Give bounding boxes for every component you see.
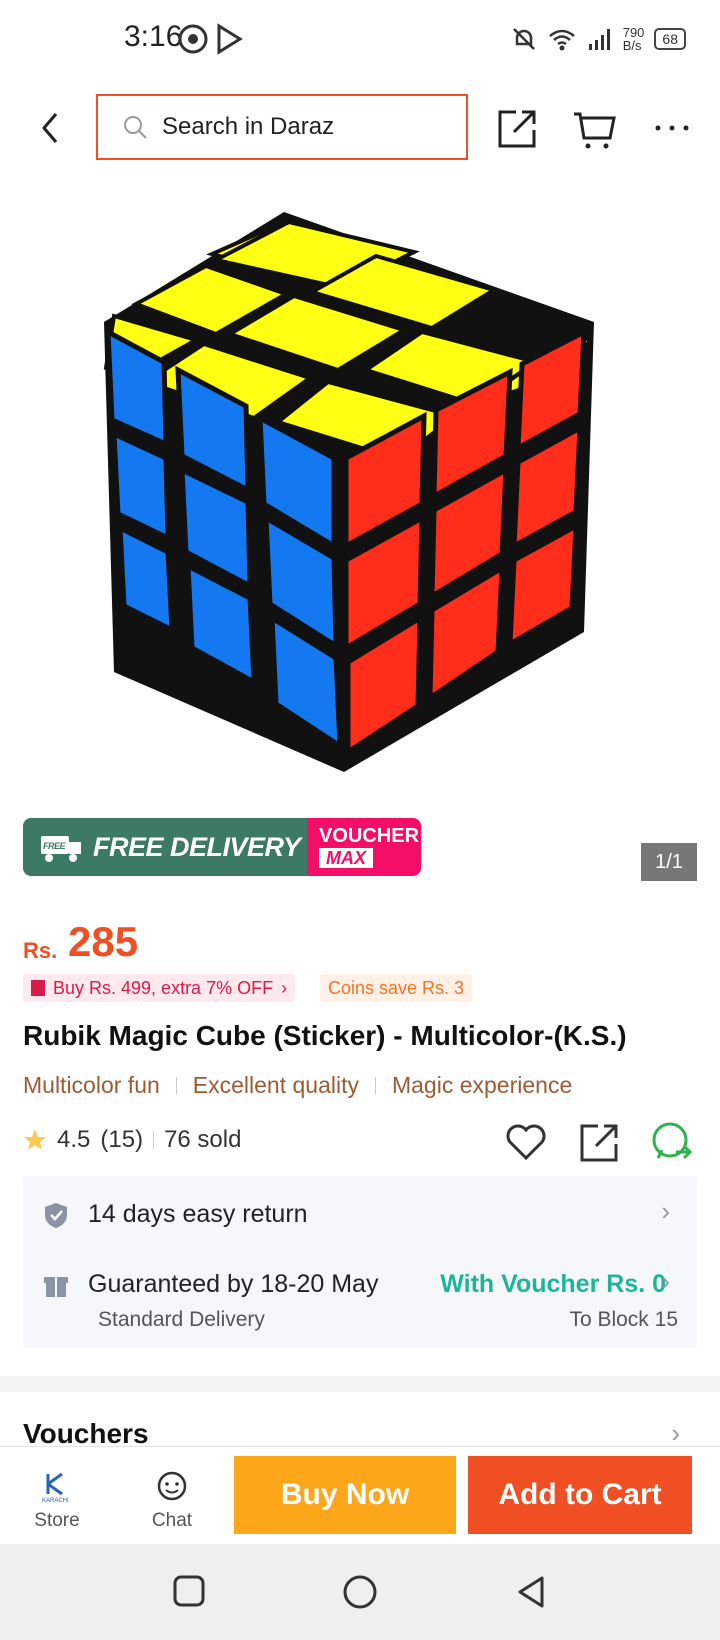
sold-count: 76 sold [164,1126,242,1153]
rating-divider [153,1131,155,1149]
store-logo-icon: KARACHI [42,1472,69,1504]
rating-row[interactable]: 4.5 (15) 76 sold [23,1126,241,1154]
status-bar: 3:16 790 B/s 68 [0,0,720,80]
promo-chip[interactable]: Buy Rs. 499, extra 7% OFF › [23,974,296,1002]
chevron-right-icon: › [281,977,288,998]
whatsapp-icon[interactable] [650,1120,694,1164]
signal-icon [588,29,610,50]
more-icon[interactable] [650,106,694,150]
share-product-icon[interactable] [578,1120,622,1164]
tag-item: Magic experience [391,1072,573,1098]
coins-chip: Coins save Rs. 3 [320,974,473,1002]
section-divider [0,1376,720,1392]
store-label: Store [34,1510,80,1531]
store-button[interactable]: KARACHI Store [22,1470,92,1532]
delivery-type: Standard Delivery [98,1308,265,1331]
home-icon[interactable] [342,1574,378,1610]
review-count: (15) [100,1126,144,1153]
tag-item: Excellent quality [192,1072,359,1098]
voucher-text: VOUCHER [319,825,420,847]
chat-icon [157,1471,187,1501]
record-icon [178,24,208,54]
buy-now-button[interactable]: Buy Now [234,1456,456,1534]
net-speed: 790 B/s [623,26,645,52]
rating-value: 4.5 [57,1126,91,1153]
delivery-guarantee: Guaranteed by 18-20 May [88,1270,379,1298]
delivery-location: To Block 15 [569,1308,678,1331]
search-placeholder: Search in Daraz [162,113,335,140]
currency-label: Rs. [23,938,58,963]
clock: 3:16 [124,20,183,53]
recents-icon[interactable] [172,1574,206,1608]
chat-label: Chat [151,1510,193,1531]
back-nav-icon[interactable] [514,1574,548,1610]
free-mini-text: FREE [43,841,67,851]
add-to-cart-button[interactable]: Add to Cart [468,1456,692,1534]
tag-item: Multicolor fun [23,1072,160,1098]
coupon-icon [31,980,45,996]
star-icon [24,1129,46,1150]
play-store-icon [217,23,243,55]
share-icon[interactable] [496,106,540,150]
bell-muted-icon [512,28,535,50]
chevron-right-icon: › [661,1266,670,1296]
delivery-row[interactable]: Guaranteed by 18-20 May [42,1270,378,1299]
wifi-icon [548,29,575,51]
shield-icon [45,1202,67,1228]
free-delivery-text: FREE DELIVERY [93,831,301,862]
heart-icon[interactable] [504,1120,548,1164]
chevron-right-icon: › [671,1418,680,1448]
net-speed-unit: B/s [622,38,642,53]
chevron-right-icon: › [661,1196,670,1226]
battery-indicator: 68 [654,28,686,50]
voucher-max-badge: VOUCHER MAX [307,818,421,876]
back-arrow-icon[interactable] [32,108,72,148]
product-title: Rubik Magic Cube (Sticker) - Multicolor-… [23,1020,627,1051]
chat-button[interactable]: Chat [137,1470,207,1532]
image-counter: 1/1 [641,843,697,881]
promo-banner[interactable]: FREE FREE DELIVERY VOUCHER MAX [23,818,421,876]
tag-divider [175,1076,177,1095]
store-logo-text: KARACHI [42,1498,69,1504]
price-value: 285 [68,918,139,965]
cart-icon[interactable] [572,106,616,150]
max-text: MAX [319,848,373,868]
search-bar[interactable]: Search in Daraz [96,94,468,160]
return-policy-text: 14 days easy return [88,1200,308,1228]
delivery-truck-icon: FREE [41,836,81,862]
system-navigation-bar [0,1544,720,1640]
product-image[interactable] [84,212,640,772]
voucher-delivery-note: With Voucher Rs. 0 [440,1270,666,1298]
free-delivery-badge: FREE FREE DELIVERY [23,818,307,876]
status-right: 790 B/s 68 [511,26,686,52]
promo-chip-text: Buy Rs. 499, extra 7% OFF [53,977,274,998]
product-tags: Multicolor fun Excellent quality Magic e… [23,1072,572,1099]
return-policy-row[interactable]: 14 days easy return [42,1200,308,1229]
gift-icon [44,1276,68,1297]
search-icon [124,116,147,139]
tag-divider [374,1076,376,1095]
